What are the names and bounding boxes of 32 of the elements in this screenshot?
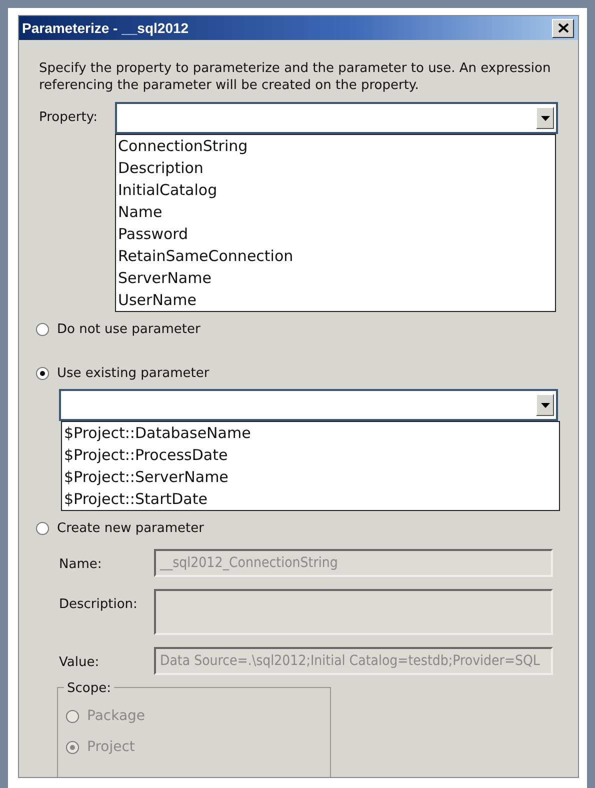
radio-label[interactable]: Use existing parameter — [57, 364, 210, 383]
dropdown-option[interactable]: ConnectionString — [116, 135, 555, 157]
field-label: Name: — [59, 556, 103, 574]
field-label: Description: — [59, 596, 138, 614]
property-label: Property: — [39, 110, 98, 125]
dropdown-option[interactable]: $Project::ProcessDate — [62, 444, 559, 466]
dropdown-field[interactable] — [59, 389, 558, 421]
close-icon — [558, 23, 568, 33]
dropdown-button[interactable] — [536, 394, 554, 416]
radio-label[interactable]: Do not use parameter — [57, 320, 200, 340]
dropdown-option[interactable]: $Project::ServerName — [62, 466, 559, 488]
radio-button[interactable] — [36, 522, 49, 536]
caret-icon — [540, 402, 550, 408]
dropdown-option[interactable]: $Project::StartDate — [62, 488, 559, 510]
radio-label[interactable]: Create new parameter — [57, 519, 204, 538]
dropdown-option[interactable]: Password — [116, 223, 555, 245]
window-title: Parameterize - __sql2012 — [22, 18, 189, 38]
dropdown-button[interactable] — [536, 107, 554, 129]
caret-icon — [540, 116, 550, 120]
dropdown-option[interactable]: Description — [116, 157, 555, 179]
field-label: Value: — [59, 654, 100, 672]
radio-button[interactable] — [36, 323, 49, 336]
radio-button[interactable] — [36, 366, 49, 380]
dropdown-option[interactable]: $Project::DatabaseName — [62, 422, 559, 444]
dropdown-option[interactable]: Name — [116, 201, 555, 223]
dropdown-option[interactable]: ServerName — [116, 267, 555, 289]
dropdown-option[interactable]: InitialCatalog — [116, 179, 555, 201]
close-button[interactable] — [552, 18, 574, 38]
dropdown-option[interactable]: RetainSameConnection — [116, 245, 555, 267]
dropdown-option[interactable]: UserName — [116, 289, 555, 311]
instruction-text: Specify the property to parameterize and the parameter to use. An expression referencing the parameter will be created on the property. — [39, 60, 552, 94]
dropdown-field[interactable] — [115, 102, 558, 134]
